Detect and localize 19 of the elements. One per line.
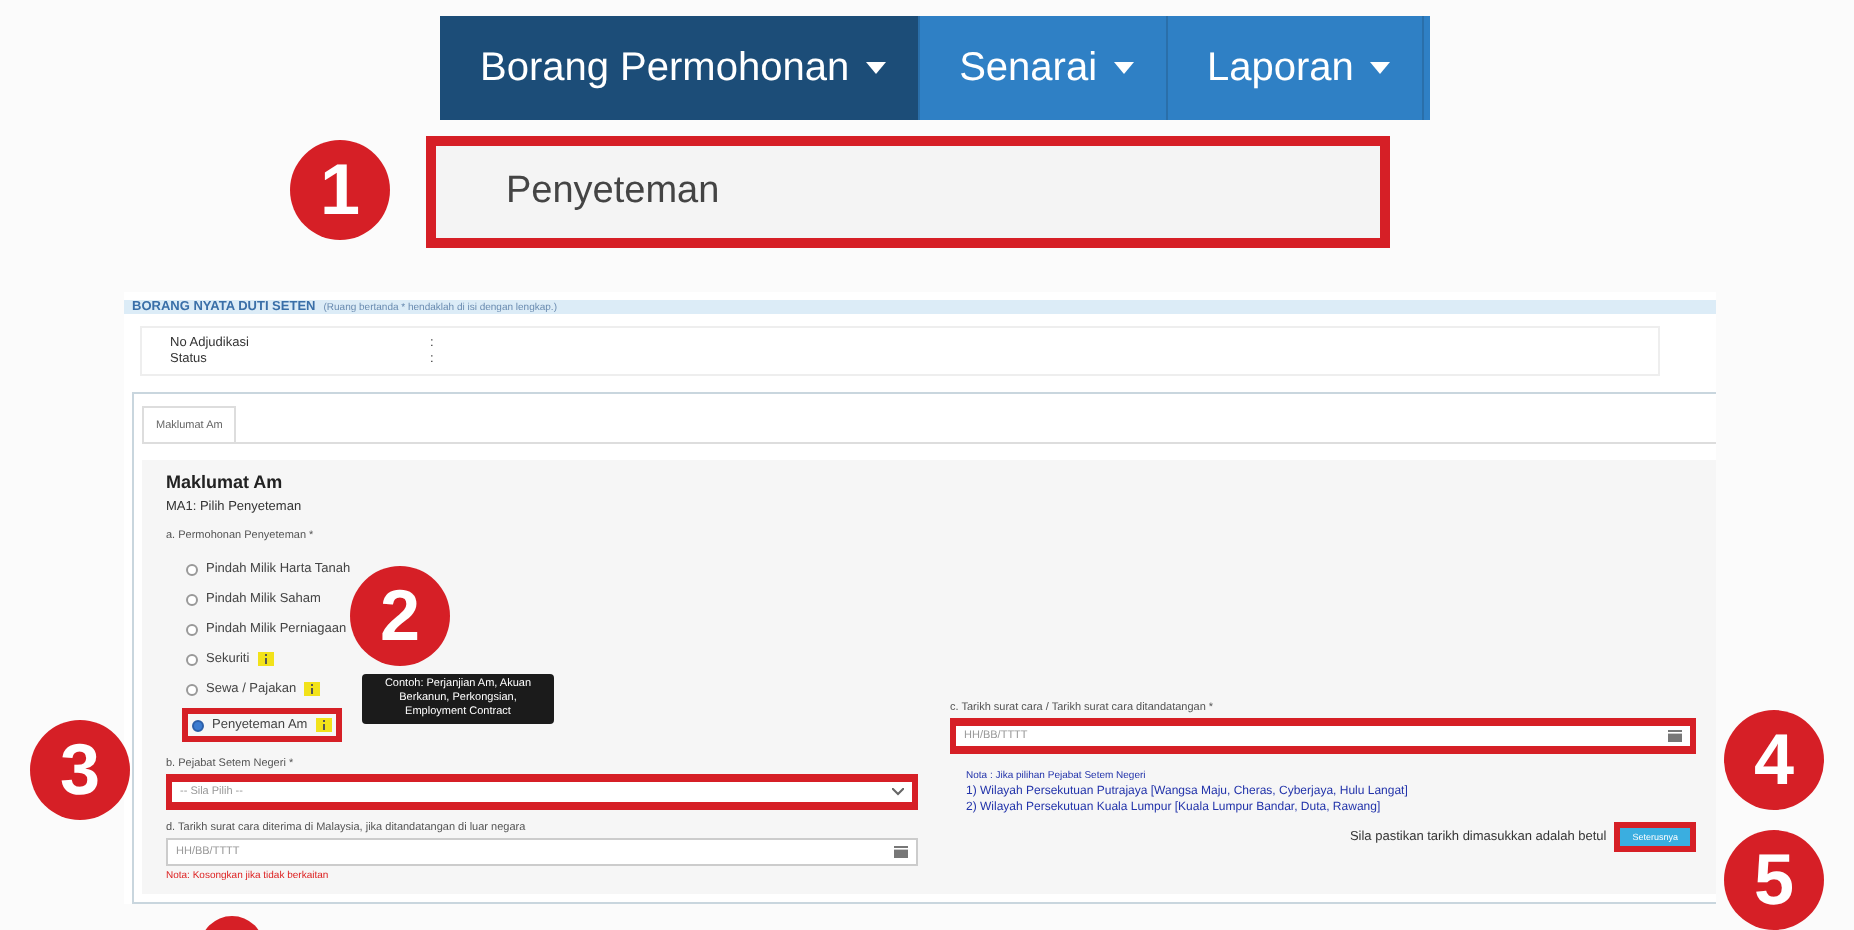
step-marker: 3 <box>30 720 130 820</box>
step-marker: 4 <box>1724 710 1824 810</box>
radio-button[interactable] <box>186 683 198 695</box>
radio-button[interactable] <box>186 593 198 605</box>
chevron-icon <box>892 788 904 796</box>
menu-item[interactable]: Borang Permohonan <box>440 16 920 120</box>
calendar-icon[interactable] <box>894 846 908 858</box>
radio-button[interactable] <box>192 719 204 731</box>
caret-icon <box>1113 62 1134 74</box>
caret-icon <box>865 62 886 74</box>
caret-icon <box>1369 62 1390 74</box>
radio-button[interactable] <box>186 653 198 665</box>
radio-button[interactable] <box>186 563 198 575</box>
dropdown-item[interactable]: Penyeteman <box>426 136 1390 248</box>
radio-button[interactable] <box>186 623 198 635</box>
calendar-icon[interactable] <box>1668 730 1682 742</box>
step-marker: 5 <box>1724 830 1824 930</box>
step-marker: 1 <box>290 140 390 240</box>
section-title: Maklumat Am <box>166 472 285 492</box>
